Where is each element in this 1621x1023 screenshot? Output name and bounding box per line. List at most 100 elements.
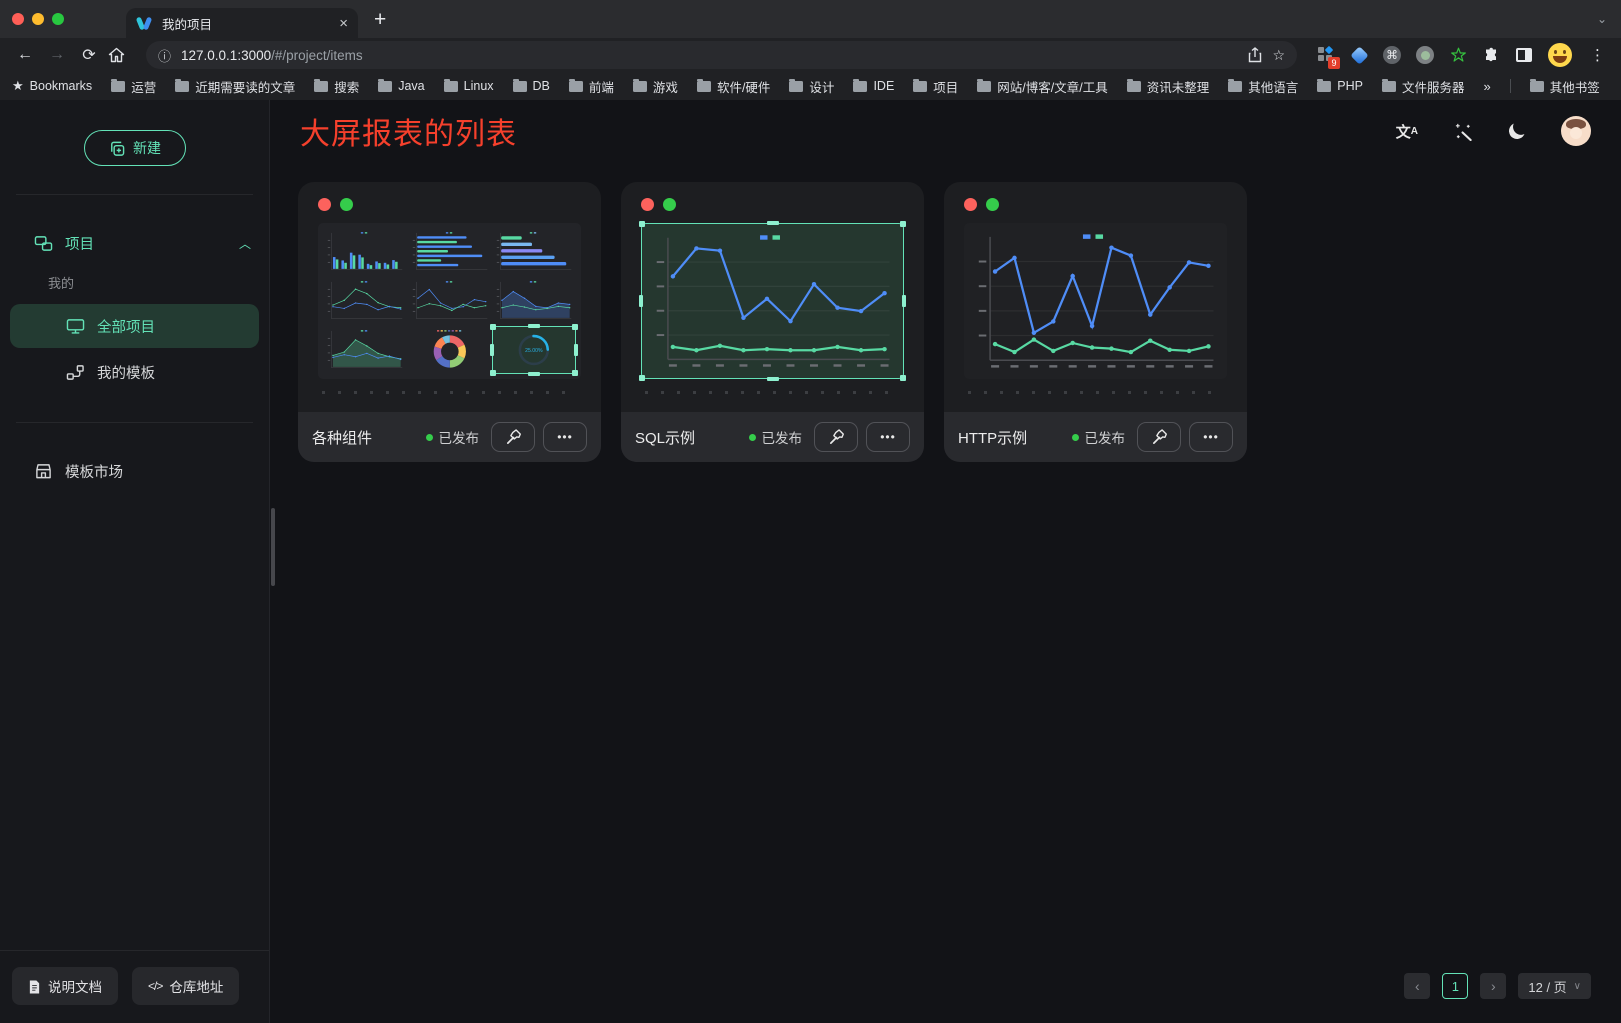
browser-tab[interactable]: 我的项目 × [126, 8, 358, 38]
back-button[interactable]: ← [12, 46, 38, 64]
close-window-button[interactable] [12, 13, 24, 25]
card-preview[interactable]: 25.00% [318, 223, 581, 379]
grid-extension-icon[interactable]: 9 [1317, 46, 1335, 64]
project-card[interactable]: HTTP示例 已发布 ••• [944, 182, 1247, 462]
bookmark-star-icon[interactable]: ☆ [1272, 47, 1285, 64]
more-actions-button[interactable]: ••• [1189, 422, 1233, 452]
card-window-dots [298, 182, 601, 211]
browser-window: 我的项目 × + ⌄ ← → ⟳ ⓘ 127.0.0.1:3000/#/proj… [0, 0, 1621, 1023]
folder-icon [977, 81, 991, 92]
bookmark-folder[interactable]: 网站/博客/文章/工具 [977, 77, 1107, 96]
browser-menu-icon[interactable]: ⋮ [1586, 46, 1609, 64]
bookmark-folder[interactable]: Java [378, 79, 424, 93]
bookmark-folder[interactable]: 设计 [789, 77, 834, 96]
minimize-window-button[interactable] [32, 13, 44, 25]
card-window-dots [944, 182, 1247, 211]
edit-hammer-button[interactable] [1137, 422, 1181, 452]
share-icon[interactable] [1248, 47, 1262, 63]
url-text[interactable]: 127.0.0.1:3000/#/project/items [181, 48, 363, 63]
side-panel-icon[interactable] [1515, 46, 1533, 64]
main-area: 大屏报表的列表 文A [270, 100, 1621, 1023]
svg-text:25.00%: 25.00% [525, 348, 543, 354]
reload-button[interactable]: ⟳ [76, 45, 102, 65]
folder-icon [789, 81, 803, 92]
bookmarks-divider [1510, 79, 1511, 93]
command-extension-icon[interactable]: ⌘ [1383, 46, 1401, 64]
maximize-window-button[interactable] [52, 13, 64, 25]
bookmarks-bar: ★ Bookmarks 运营 近期需要读的文章 搜索 Java Linux [0, 72, 1621, 100]
bookmark-folder[interactable]: PHP [1317, 79, 1363, 93]
more-actions-button[interactable]: ••• [866, 422, 910, 452]
folder-icon [444, 81, 458, 92]
home-button[interactable] [108, 47, 134, 63]
bookmark-folder[interactable]: 前端 [569, 77, 614, 96]
folder-icon [1382, 81, 1396, 92]
user-avatar[interactable] [1561, 116, 1591, 146]
mini-donut-chart [410, 328, 490, 372]
forward-button[interactable]: → [44, 46, 70, 64]
card-preview[interactable] [964, 223, 1227, 379]
current-page-button[interactable]: 1 [1442, 973, 1468, 999]
dark-mode-moon-icon[interactable] [1509, 123, 1525, 139]
prev-page-button[interactable]: ‹ [1404, 973, 1430, 999]
status-dot-icon [426, 434, 433, 441]
folder-icon [314, 81, 328, 92]
address-bar[interactable]: ⓘ 127.0.0.1:3000/#/project/items ☆ [146, 41, 1297, 69]
bookmarks-overflow-chevron[interactable]: » [1483, 79, 1490, 94]
gem-extension-icon[interactable] [1350, 46, 1368, 64]
bookmark-folder[interactable]: 游戏 [633, 77, 678, 96]
profile-avatar-icon[interactable] [1548, 43, 1572, 67]
more-actions-button[interactable]: ••• [543, 422, 587, 452]
project-card[interactable]: 25.00% 各种组件 已发布 ••• [298, 182, 601, 462]
card-title: 各种组件 [312, 427, 418, 448]
repo-button[interactable]: </> 仓库地址 [132, 967, 239, 1005]
bookmark-folder[interactable]: 资讯未整理 [1127, 77, 1210, 96]
green-star-extension-icon[interactable] [1449, 46, 1467, 64]
bookmark-folder[interactable]: 其他语言 [1228, 77, 1298, 96]
card-title: HTTP示例 [958, 427, 1064, 448]
sidebar-group-projects[interactable]: 项目 ︿ [0, 223, 269, 263]
edit-hammer-button[interactable] [814, 422, 858, 452]
sidebar-item-template-market[interactable]: 模板市场 [0, 451, 269, 491]
bookmark-folder[interactable]: 文件服务器 [1382, 77, 1465, 96]
card-preview-selected[interactable] [641, 223, 904, 379]
folder-icon [633, 81, 647, 92]
new-tab-button[interactable]: + [374, 9, 386, 30]
chevron-up-icon[interactable]: ︿ [239, 235, 251, 252]
new-project-button[interactable]: 新建 [84, 130, 186, 166]
bookmark-folder[interactable]: 运营 [111, 77, 156, 96]
bookmark-folder[interactable]: 软件/硬件 [697, 77, 770, 96]
sidebar-item-my-templates[interactable]: 我的模板 [10, 350, 259, 394]
next-page-button[interactable]: › [1480, 973, 1506, 999]
sidebar-footer: 说明文档 </> 仓库地址 [0, 950, 269, 1023]
mini-hbar-gradient-chart [494, 230, 574, 274]
app-root: 新建 项目 ︿ 我的 全部项目 我的模板 [0, 100, 1621, 1023]
docs-button[interactable]: 说明文档 [12, 967, 118, 1005]
tab-close-icon[interactable]: × [339, 16, 348, 31]
extensions-puzzle-icon[interactable] [1482, 46, 1500, 64]
bookmark-folder[interactable]: 项目 [913, 77, 958, 96]
project-card[interactable]: SQL示例 已发布 ••• [621, 182, 924, 462]
other-bookmarks[interactable]: 其他书签 [1530, 77, 1600, 96]
publish-status: 已发布 [426, 427, 480, 447]
bookmark-folder[interactable]: 搜索 [314, 77, 359, 96]
recorder-extension-icon[interactable] [1416, 46, 1434, 64]
page-size-select[interactable]: 12 / 页 ∨ [1518, 973, 1591, 999]
sidebar-item-all-projects[interactable]: 全部项目 [10, 304, 259, 348]
red-dot-icon [318, 198, 331, 211]
bookmark-folder[interactable]: Linux [444, 79, 494, 93]
bookmarks-root[interactable]: ★ Bookmarks [12, 78, 92, 94]
magic-wand-icon[interactable] [1454, 122, 1473, 141]
extensions-cluster: 9 ⌘ [1309, 43, 1580, 67]
status-dot-icon [749, 434, 756, 441]
monitor-icon [66, 318, 85, 335]
bookmark-folder[interactable]: 近期需要读的文章 [175, 77, 295, 96]
translate-icon[interactable]: 文A [1396, 121, 1418, 142]
edit-hammer-button[interactable] [491, 422, 535, 452]
scrollbar-thumb[interactable] [271, 508, 275, 586]
document-icon [28, 979, 41, 994]
bookmark-folder[interactable]: DB [513, 79, 550, 93]
tab-search-chevron-icon[interactable]: ⌄ [1597, 12, 1607, 26]
site-info-icon[interactable]: ⓘ [158, 46, 171, 65]
bookmark-folder[interactable]: IDE [853, 79, 894, 93]
